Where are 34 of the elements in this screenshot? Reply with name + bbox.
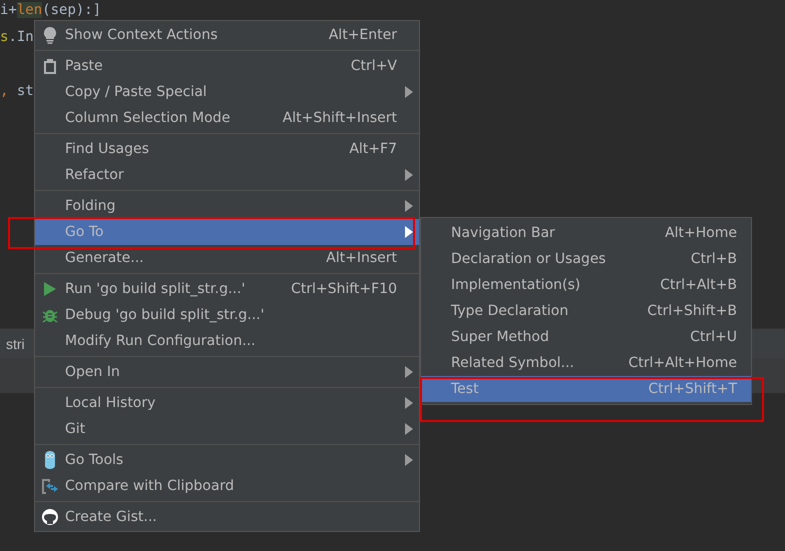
menu-item[interactable]: Super Method Ctrl+U	[421, 324, 751, 350]
menu-item[interactable]: Find Usages Alt+F7	[35, 136, 419, 162]
menu-item[interactable]: Git	[35, 416, 419, 442]
code-line: , st	[0, 82, 34, 101]
bug-icon	[42, 307, 58, 323]
menu-item[interactable]: Refactor	[35, 162, 419, 188]
menu-item[interactable]: Related Symbol... Ctrl+Alt+Home	[421, 350, 751, 376]
menu-item[interactable]: Folding	[35, 193, 419, 219]
menu-item[interactable]: Debug 'go build split_str.g...'	[35, 302, 419, 328]
lightbulb-icon	[43, 26, 57, 44]
menu-item[interactable]: Type Declaration Ctrl+Shift+B	[421, 298, 751, 324]
menu-item[interactable]: Compare with Clipboard	[35, 473, 419, 499]
menu-item[interactable]: Local History	[35, 390, 419, 416]
menu-item[interactable]: Implementation(s) Ctrl+Alt+B	[421, 272, 751, 298]
menu-item[interactable]: Create Gist...	[35, 504, 419, 530]
menu-item[interactable]: Modify Run Configuration...	[35, 328, 419, 354]
code-line: s.In	[0, 28, 34, 47]
clipboard-icon	[43, 58, 57, 74]
github-icon	[41, 508, 59, 526]
menu-item[interactable]: Declaration or Usages Ctrl+B	[421, 246, 751, 272]
menu-item[interactable]: Copy / Paste Special	[35, 79, 419, 105]
compare-icon	[41, 477, 59, 495]
menu-item[interactable]: Run 'go build split_str.g...' Ctrl+Shift+F10	[35, 276, 419, 302]
menu-item[interactable]: Show Context Actions Alt+Enter	[35, 22, 419, 48]
code-line: i+len(sep):]	[0, 1, 102, 20]
menu-item[interactable]: Go Tools	[35, 447, 419, 473]
play-icon	[43, 281, 57, 297]
gopher-icon	[43, 451, 57, 469]
tool-window-title: stri	[6, 336, 25, 352]
menu-item[interactable]: Paste Ctrl+V	[35, 53, 419, 79]
menu-item[interactable]: Navigation Bar Alt+Home	[421, 220, 751, 246]
menu-item[interactable]: Open In	[35, 359, 419, 385]
menu-item[interactable]: Generate... Alt+Insert	[35, 245, 419, 271]
menu-item[interactable]: Column Selection Mode Alt+Shift+Insert	[35, 105, 419, 131]
